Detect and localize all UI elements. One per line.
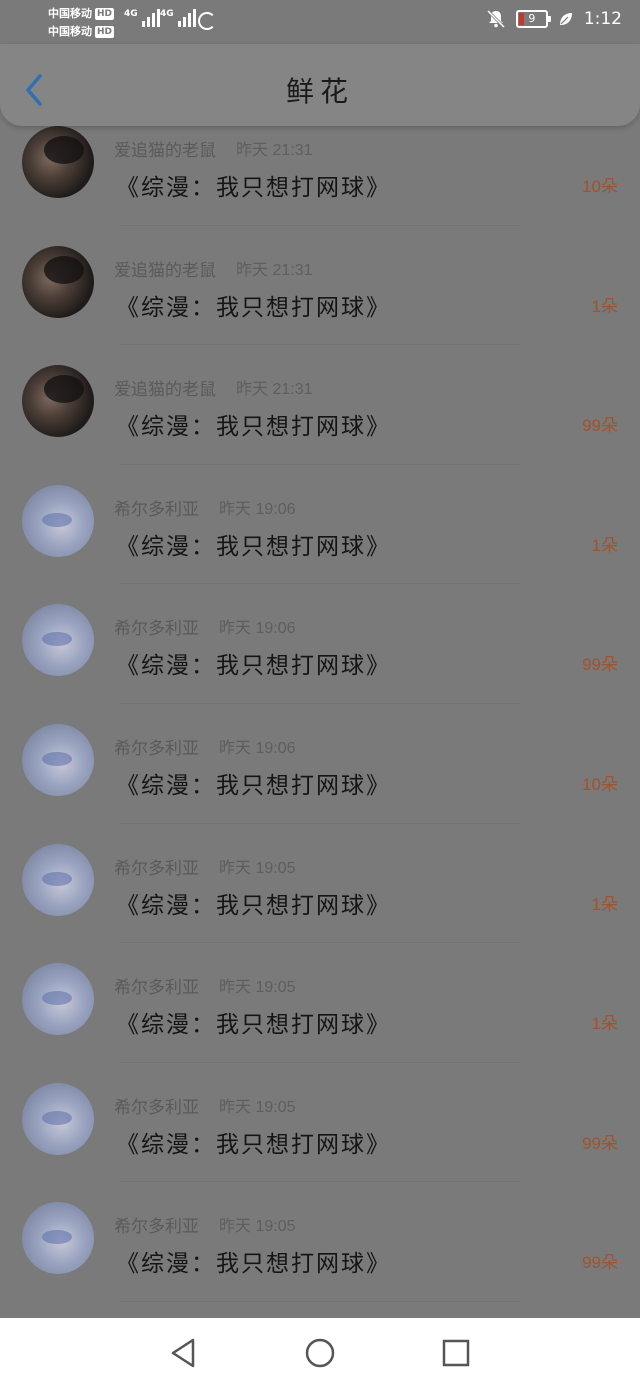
carrier-info: 中国移动 HD 中国移动 HD: [48, 5, 115, 41]
timestamp: 昨天 19:06: [219, 500, 296, 518]
book-title: 《综漫：我只想打网球》: [116, 294, 391, 321]
username: 希尔多利亚: [114, 858, 199, 879]
nav-back-button[interactable]: [166, 1335, 202, 1371]
divider: [120, 1300, 520, 1302]
book-title: 《综漫：我只想打网球》: [116, 414, 391, 441]
book-title: 《综漫：我只想打网球》: [116, 175, 391, 201]
timestamp: 昨天 19:05: [219, 1218, 296, 1236]
gift-row[interactable]: 希尔多利亚 昨天 19:06 《综漫：我只想打网球》 99朵: [0, 584, 640, 704]
avatar[interactable]: [22, 245, 94, 318]
carrier-1-label: 中国移动: [48, 7, 92, 20]
timestamp: 昨天 21:31: [236, 142, 313, 159]
signal-1-icon: 4G: [124, 9, 160, 27]
loading-icon: [198, 12, 216, 30]
timestamp: 昨天 21:31: [236, 381, 313, 399]
avatar[interactable]: [22, 843, 94, 916]
timestamp: 昨天 19:05: [219, 979, 296, 997]
book-title: 《综漫：我只想打网球》: [116, 1251, 391, 1278]
username: 爱追猫的老鼠: [114, 260, 216, 281]
gift-row[interactable]: 希尔多利亚 昨天 19:05 《综漫：我只想打网球》 1朵: [0, 943, 640, 1063]
nav-home-button[interactable]: [302, 1335, 338, 1371]
timestamp: 昨天 19:05: [219, 859, 296, 877]
nav-recents-button[interactable]: [438, 1335, 474, 1371]
username: 希尔多利亚: [114, 738, 199, 759]
carrier-2-label: 中国移动: [48, 25, 92, 38]
avatar[interactable]: [22, 1202, 94, 1275]
square-recents-icon: [442, 1339, 470, 1366]
hd-badge-1: HD: [95, 8, 115, 20]
avatar[interactable]: [22, 723, 94, 796]
navigation-bar: [0, 1318, 640, 1387]
mute-bell-icon: [486, 9, 505, 29]
battery-level: 9: [528, 12, 536, 25]
avatar[interactable]: [22, 604, 94, 677]
network-2-label: 4G: [160, 9, 174, 19]
flower-count: 99朵: [582, 1253, 618, 1273]
timestamp: 昨天 19:06: [219, 620, 296, 638]
gift-row[interactable]: 希尔多利亚 昨天 19:05 《综漫：我只想打网球》 99朵: [0, 1182, 640, 1302]
avatar[interactable]: [22, 484, 94, 557]
username: 希尔多利亚: [114, 619, 199, 640]
flower-count: 10朵: [582, 774, 618, 794]
flower-count: 1朵: [591, 894, 618, 914]
flower-count: 1朵: [591, 535, 618, 555]
hd-badge-2: HD: [95, 26, 115, 38]
flower-count: 1朵: [591, 1014, 618, 1034]
network-1-label: 4G: [124, 9, 138, 19]
flower-count: 99朵: [582, 1133, 618, 1153]
book-title: 《综漫：我只想打网球》: [116, 1012, 391, 1039]
avatar[interactable]: [22, 1082, 94, 1155]
circle-home-icon: [305, 1338, 335, 1367]
book-title: 《综漫：我只想打网球》: [116, 892, 391, 919]
triangle-back-icon: [171, 1338, 195, 1367]
gift-row[interactable]: 希尔多利亚 昨天 19:06 《综漫：我只想打网球》 1朵: [0, 465, 640, 585]
gift-row[interactable]: 希尔多利亚 昨天 19:06 《综漫：我只想打网球》 10朵: [0, 704, 640, 824]
book-title: 《综漫：我只想打网球》: [116, 772, 391, 799]
flower-count: 99朵: [582, 416, 618, 436]
avatar[interactable]: [22, 963, 94, 1036]
username: 爱追猫的老鼠: [114, 141, 216, 161]
flower-count: 1朵: [591, 296, 618, 316]
gift-row[interactable]: 希尔多利亚 昨天 19:05 《综漫：我只想打网球》 99朵: [0, 1063, 640, 1183]
leaf-icon: [559, 13, 572, 25]
avatar[interactable]: [22, 365, 94, 438]
page-title: 鲜花: [285, 75, 354, 108]
status-bar: 中国移动 HD 中国移动 HD 4G 4G 9 1:12: [0, 0, 640, 44]
book-title: 《综漫：我只想打网球》: [116, 533, 391, 560]
username: 爱追猫的老鼠: [114, 380, 216, 401]
timestamp: 昨天 19:06: [219, 739, 296, 757]
signal-2-icon: 4G: [160, 9, 196, 27]
username: 希尔多利亚: [114, 978, 199, 999]
username: 希尔多利亚: [114, 499, 199, 520]
username: 希尔多利亚: [114, 1217, 199, 1238]
book-title: 《综漫：我只想打网球》: [116, 653, 391, 680]
battery-icon: 9: [515, 10, 551, 28]
flower-count: 10朵: [582, 177, 618, 196]
username: 希尔多利亚: [114, 1097, 199, 1118]
gift-row[interactable]: 爱追猫的老鼠 昨天 21:31 《综漫：我只想打网球》 1朵: [0, 226, 640, 346]
gift-list: 爱追猫的老鼠 昨天 21:31 《综漫：我只想打网球》 10朵 爱追猫的老鼠 昨天 …: [0, 106, 640, 1302]
flower-count: 99朵: [582, 655, 618, 675]
gift-row[interactable]: 爱追猫的老鼠 昨天 21:31 《综漫：我只想打网球》 99朵: [0, 345, 640, 465]
avatar[interactable]: [22, 126, 94, 198]
clock: 1:12: [583, 9, 622, 29]
gift-row[interactable]: 希尔多利亚 昨天 19:05 《综漫：我只想打网球》 1朵: [0, 824, 640, 944]
timestamp: 昨天 19:05: [219, 1098, 296, 1116]
timestamp: 昨天 21:31: [236, 261, 313, 279]
book-title: 《综漫：我只想打网球》: [116, 1131, 391, 1158]
header: 鲜花: [0, 44, 640, 126]
